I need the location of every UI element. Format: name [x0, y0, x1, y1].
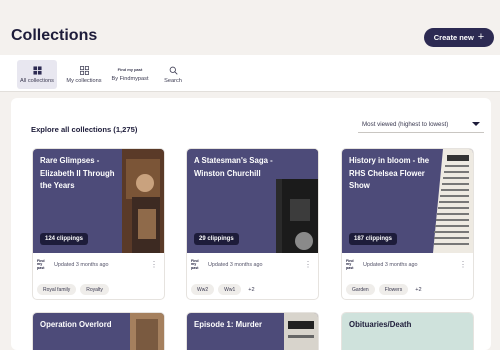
card-title: History in bloom - the RHS Chelsea Flowe…	[349, 156, 430, 190]
card-artwork: Episode 1: Murder	[187, 313, 318, 350]
card-tags: Royal family Royalty	[37, 284, 109, 295]
findmypast-logo: Find my past	[117, 66, 143, 72]
tab-label: By Findmypast	[111, 75, 149, 82]
grid-outline-icon	[79, 65, 89, 75]
tag[interactable]: Royal family	[37, 284, 77, 295]
card-artwork: A Statesman's Saga - Winston Churchill 2…	[187, 149, 318, 253]
more-tags-count[interactable]: +2	[248, 287, 254, 293]
card-artwork: Operation Overlord	[33, 313, 164, 350]
collection-card[interactable]: Rare Glimpses - Elizabeth II Through the…	[32, 148, 165, 300]
clippings-count: 124 clippings	[40, 233, 89, 245]
page-title: Collections	[11, 27, 98, 44]
tab-my-collections[interactable]: My collections	[63, 60, 105, 89]
card-meta: Find my past Updated 3 months ago ⋮	[346, 259, 471, 271]
tab-label: Search	[164, 77, 182, 84]
chevron-down-icon	[472, 122, 480, 126]
queen-photo	[122, 149, 164, 253]
create-new-button[interactable]: Create new +	[424, 28, 494, 47]
collection-tabs: All collections My collections Find my p…	[0, 55, 500, 92]
sort-select[interactable]: Most viewed (highest to lowest)	[358, 116, 484, 133]
top-bar: Collections Create new +	[0, 0, 500, 55]
collections-heading: Explore all collections (1,275)	[31, 125, 138, 134]
tag[interactable]: Ww1	[218, 284, 242, 295]
card-tags: Ww2 Ww1 +2	[191, 284, 255, 295]
updated-text: Updated 3 months ago	[54, 262, 109, 268]
tag[interactable]: Garden	[346, 284, 375, 295]
updated-text: Updated 3 months ago	[208, 262, 263, 268]
tab-search[interactable]: Search	[160, 60, 186, 89]
card-artwork: Rare Glimpses - Elizabeth II Through the…	[33, 149, 164, 253]
collection-card[interactable]: Operation Overlord	[32, 312, 165, 350]
search-icon	[169, 66, 178, 75]
grid-icon	[32, 65, 42, 75]
card-title: Rare Glimpses - Elizabeth II Through the…	[40, 156, 115, 190]
collection-card[interactable]: A Statesman's Saga - Winston Churchill 2…	[186, 148, 319, 300]
findmypast-logo: Find my past	[191, 258, 199, 270]
card-artwork: History in bloom - the RHS Chelsea Flowe…	[342, 149, 473, 253]
card-title: Obituaries/Death	[349, 320, 412, 329]
more-tags-count[interactable]: +2	[415, 287, 421, 293]
sort-value: Most viewed (highest to lowest)	[362, 120, 449, 128]
collection-card[interactable]: Episode 1: Murder	[186, 312, 319, 350]
card-photo	[130, 313, 164, 350]
tag[interactable]: Royalty	[80, 284, 109, 295]
tag[interactable]: Ww2	[191, 284, 215, 295]
card-photo	[284, 313, 318, 350]
card-artwork: Obituaries/Death	[342, 313, 473, 350]
card-title: Operation Overlord	[40, 320, 112, 329]
churchill-photo	[276, 149, 318, 253]
updated-text: Updated 3 months ago	[363, 262, 418, 268]
clippings-count: 29 clippings	[194, 233, 239, 245]
tab-label: All collections	[20, 77, 54, 84]
more-options-icon[interactable]: ⋮	[459, 260, 467, 269]
tab-by-findmypast[interactable]: Find my past By Findmypast	[109, 60, 151, 89]
more-options-icon[interactable]: ⋮	[304, 260, 312, 269]
tag[interactable]: Flowers	[378, 284, 409, 295]
more-options-icon[interactable]: ⋮	[150, 260, 158, 269]
collection-card[interactable]: Obituaries/Death	[341, 312, 474, 350]
create-new-label: Create new	[433, 33, 474, 42]
findmypast-logo: Find my past	[37, 258, 45, 270]
findmypast-logo: Find my past	[346, 258, 354, 270]
card-meta: Find my past Updated 3 months ago ⋮	[37, 259, 162, 271]
plus-icon: +	[477, 31, 485, 43]
tab-label: My collections	[66, 77, 102, 84]
clippings-count: 187 clippings	[349, 233, 398, 245]
collection-card[interactable]: History in bloom - the RHS Chelsea Flowe…	[341, 148, 474, 300]
card-meta: Find my past Updated 3 months ago ⋮	[191, 259, 316, 271]
card-title: Episode 1: Murder	[194, 320, 263, 329]
tab-all-collections[interactable]: All collections	[17, 60, 57, 89]
card-title: A Statesman's Saga - Winston Churchill	[194, 156, 273, 178]
collections-panel: Explore all collections (1,275) Most vie…	[11, 98, 491, 350]
newspaper-clipping-image	[433, 149, 473, 253]
card-tags: Garden Flowers +2	[346, 284, 422, 295]
